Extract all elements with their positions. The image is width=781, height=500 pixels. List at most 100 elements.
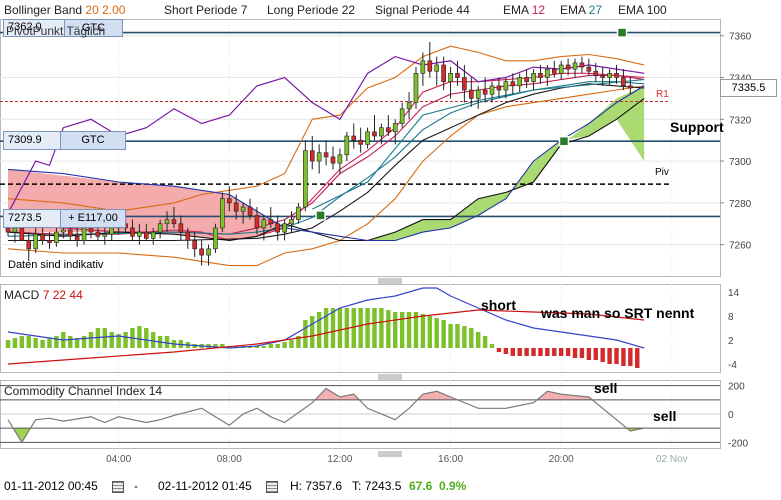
macd-histogram-bar: [33, 338, 38, 348]
candle-body: [95, 231, 101, 237]
cci-title: Commodity Channel Index 14: [4, 384, 162, 398]
macd-histogram-bar: [386, 310, 391, 348]
macd-histogram-bar: [496, 348, 502, 352]
macd-histogram-bar: [600, 348, 605, 362]
macd-histogram-bar: [282, 342, 287, 348]
macd-histogram-bar: [303, 320, 308, 348]
candle-body: [12, 227, 18, 233]
candle-body: [441, 64, 446, 82]
cci-label: Commodity Channel Index: [4, 384, 146, 398]
candle-body: [316, 152, 322, 162]
macd-histogram-bar: [545, 348, 550, 356]
candle-body: [5, 227, 11, 233]
signal-value: 44: [456, 3, 470, 17]
piv-label: Piv: [655, 167, 669, 178]
annotation-support: Support: [670, 119, 724, 135]
footer-separator: -: [134, 479, 138, 493]
candle-body: [102, 233, 108, 237]
macd-histogram-bar: [261, 346, 267, 348]
candle-body: [296, 206, 301, 220]
macd-resize-handle[interactable]: [378, 374, 402, 380]
candle-body: [406, 102, 412, 110]
order-box-support[interactable]: 7309.9 GTC: [3, 131, 126, 150]
macd-histogram-bar: [372, 308, 377, 348]
candle-body: [372, 131, 377, 137]
macd-histogram-bar: [54, 336, 59, 348]
low-value: 7243.5: [364, 479, 402, 493]
end-calendar-icon[interactable]: [266, 481, 278, 493]
candle-body: [54, 231, 59, 243]
cci-resize-handle[interactable]: [378, 451, 402, 457]
macd-param-2: 22: [52, 288, 67, 302]
candle-body: [303, 150, 308, 208]
x-tick-label: 08:00: [217, 454, 242, 465]
macd-histogram-bar: [434, 318, 439, 348]
start-calendar-icon[interactable]: [112, 481, 124, 493]
footer: 01-11-2012 00:45 - 02-11-2012 01:45 H: 7…: [0, 476, 781, 495]
candle-body: [510, 81, 516, 87]
candle-body: [323, 152, 329, 158]
candle-body: [482, 89, 488, 95]
candle-body: [150, 231, 156, 239]
trade-marker[interactable]: [558, 135, 570, 147]
candle-body: [628, 85, 633, 89]
macd-histogram-bar: [607, 348, 612, 364]
ema100-label: EMA: [618, 3, 644, 17]
candle-body: [489, 85, 495, 95]
chart-window: 04:00 08:00 12:00 16:00 20:00 02 Nov 7260 7280 7…: [0, 0, 781, 495]
order-price: 7273.5: [8, 212, 42, 224]
candle-body: [240, 206, 246, 212]
header-signal: Signal Periode 44: [375, 3, 470, 17]
x-tick-label: 20:00: [549, 454, 574, 465]
macd-histogram-bar: [482, 336, 488, 348]
candle-body: [220, 198, 225, 229]
trade-marker[interactable]: [315, 210, 326, 221]
candle-body: [586, 66, 592, 72]
macd-histogram-bar: [268, 344, 273, 348]
candle-body: [40, 233, 45, 241]
candle-body: [434, 64, 440, 72]
header-ema27: EMA 27: [560, 3, 602, 17]
macd-histogram-bar: [379, 308, 384, 348]
candle-body: [19, 227, 25, 241]
candle-body: [600, 75, 605, 78]
macd-histogram-bar: [358, 308, 363, 348]
candle-body: [427, 60, 433, 72]
macd-histogram-bar: [455, 324, 460, 348]
candle-body: [503, 81, 509, 91]
candle-body: [164, 219, 170, 225]
indicative-note: Daten sind indikativ: [8, 259, 104, 271]
x-tick-label: 04:00: [106, 454, 131, 465]
candle-body: [268, 219, 274, 225]
trade-marker[interactable]: [616, 27, 628, 38]
candle-body: [344, 135, 350, 156]
y-tick-label: 7280: [729, 199, 752, 210]
bollinger-period: 20: [85, 3, 99, 17]
macd-histogram-bar: [558, 348, 564, 356]
macd-histogram-bar: [68, 336, 73, 348]
annotation-sell-2: sell: [653, 408, 677, 424]
candle-body: [607, 73, 612, 78]
candle-body: [206, 248, 211, 256]
candle-body: [531, 73, 536, 82]
order-tag-button[interactable]: GTC: [60, 132, 125, 149]
candle-body: [621, 77, 626, 87]
candle: [413, 67, 419, 109]
ema12-value: 12: [531, 3, 546, 17]
candle-body: [365, 131, 370, 145]
order-box-position[interactable]: 7273.5 + E117,00: [3, 209, 126, 228]
annotation-short: short: [481, 297, 516, 313]
order-pnl[interactable]: + E117,00: [60, 210, 125, 227]
footer-start-date[interactable]: 01-11-2012 00:45: [4, 479, 98, 493]
macd-histogram-bar: [552, 348, 557, 356]
macd-histogram-bar: [123, 332, 128, 348]
candle-body: [157, 223, 163, 233]
candle-body: [468, 89, 474, 99]
macd-histogram-bar: [524, 348, 529, 356]
main-resize-handle[interactable]: [378, 278, 402, 284]
footer-end-date[interactable]: 02-11-2012 01:45: [158, 479, 252, 493]
price-badge: 7335.5: [720, 79, 777, 97]
macd-histogram-bar: [330, 308, 336, 348]
macd-histogram-bar: [337, 308, 343, 348]
header-ema100: EMA 100: [618, 3, 667, 17]
